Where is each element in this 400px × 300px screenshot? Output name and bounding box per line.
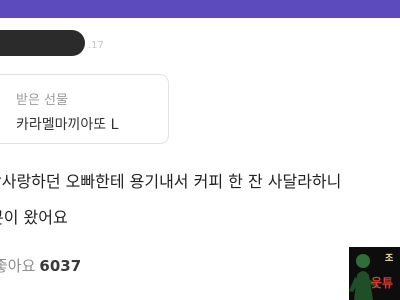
message-date: .17 — [88, 40, 104, 51]
post-text-line-2: 콘이 왔어요 — [0, 208, 68, 227]
like-count: 6037 — [39, 257, 82, 275]
top-bar — [0, 0, 400, 18]
like-counter[interactable]: 좋아요 6037 — [0, 255, 81, 276]
redacted-sender-name — [0, 30, 85, 56]
like-label: 좋아요 — [0, 257, 36, 275]
watermark-top-text: 조 — [385, 254, 394, 264]
gift-message-card[interactable]: 받은 선물 카라멜마끼아또 L — [0, 74, 169, 144]
gift-label: 받은 선물 — [16, 93, 68, 108]
watermark-bottom-text: 웃튜 — [371, 276, 394, 290]
channel-watermark-logo: 조 웃튜 — [349, 247, 400, 300]
post-text-line-1: 짝사랑하던 오빠한테 용기내서 커피 한 잔 사달라하니 — [0, 172, 342, 191]
gift-item-name: 카라멜마끼아또 L — [16, 117, 119, 133]
